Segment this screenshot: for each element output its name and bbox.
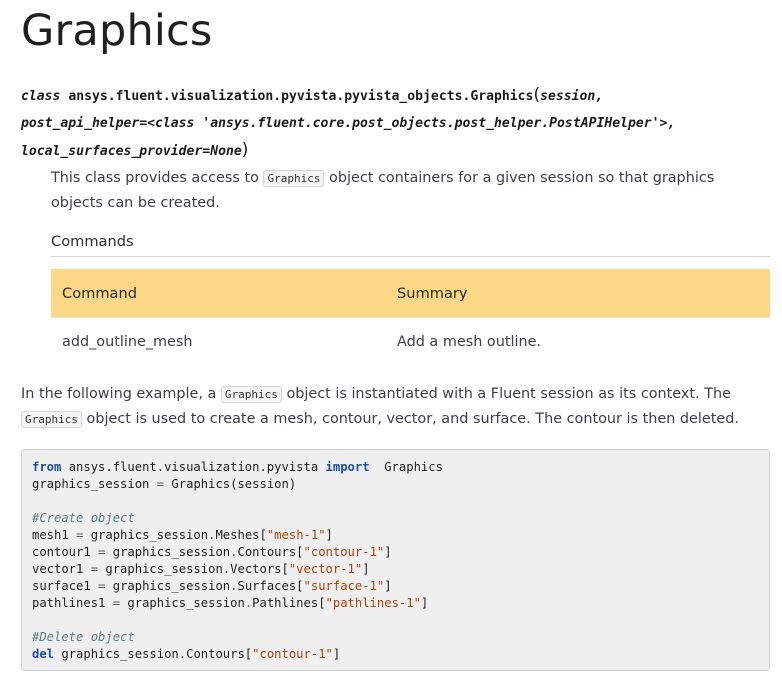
code-text: graphics_session <box>105 545 231 559</box>
code-text: Graphics(session) <box>164 477 297 491</box>
param-post-api-helper: post_api_helper=<class 'ansys.fluent.cor… <box>21 115 676 131</box>
code-string: "pathlines-1" <box>325 596 421 610</box>
command-summary-cell: Add a mesh outline. <box>397 334 542 350</box>
column-header-summary: Summary <box>397 284 468 302</box>
code-text: graphics_session <box>120 596 245 610</box>
close-paren: ) <box>241 140 249 160</box>
code-text: ] <box>325 528 333 542</box>
example-paragraph: In the following example, a Graphics obj… <box>21 382 771 432</box>
code-keyword: import <box>325 460 370 474</box>
param-local-surfaces-provider: local_surfaces_provider=None <box>21 144 242 159</box>
code-text: graphics_session <box>54 647 179 661</box>
code-string: "surface-1" <box>303 579 385 593</box>
table-header-row: Command Summary <box>51 269 770 317</box>
code-text: graphics_session <box>83 528 209 542</box>
example-text-3: object is used to create a mesh, contour… <box>81 411 739 427</box>
code-text: pathlines1 <box>32 596 113 610</box>
command-name-cell[interactable]: add_outline_mesh <box>51 334 397 350</box>
code-text: surface1 <box>32 579 99 593</box>
doc-page: Graphics class ansys.fluent.visualizatio… <box>0 0 782 681</box>
example-text-1: In the following example, a <box>21 386 221 402</box>
inline-code-graphics: Graphics <box>263 170 325 187</box>
code-text: Contours[ <box>186 647 253 661</box>
code-text: Pathlines[ <box>252 596 326 610</box>
class-signature: class ansys.fluent.visualization.pyvista… <box>21 82 771 166</box>
code-text: Surfaces[ <box>237 579 304 593</box>
code-text: ansys.fluent.visualization.pyvista <box>61 460 326 474</box>
module-path: ansys.fluent.visualization.pyvista.pyvis… <box>68 89 471 104</box>
code-text: Meshes[ <box>215 528 267 542</box>
column-header-command: Command <box>62 284 138 302</box>
class-name: Graphics <box>470 89 534 104</box>
code-operator: = <box>112 596 121 610</box>
commands-table: Command Summary add_outline_mesh Add a m… <box>51 269 770 366</box>
code-line: #Create object <box>32 510 759 527</box>
code-line: graphics_session = Graphics(session) <box>32 476 759 493</box>
code-operator: = <box>90 562 99 576</box>
code-line: surface1 = graphics_session.Surfaces["su… <box>32 578 759 595</box>
code-text: contour1 <box>32 545 99 559</box>
table-row: add_outline_mesh Add a mesh outline. <box>51 317 770 366</box>
code-text: Contours[ <box>237 545 304 559</box>
code-text: graphics_session <box>32 477 157 491</box>
code-keyword: from <box>32 460 62 474</box>
code-string: "contour-1" <box>303 545 385 559</box>
code-line: from ansys.fluent.visualization.pyvista … <box>32 459 759 476</box>
example-text-2: object is instantiated with a Fluent ses… <box>281 386 731 402</box>
code-text: ] <box>362 562 370 576</box>
inline-code-graphics: Graphics <box>220 386 282 403</box>
code-line: pathlines1 = graphics_session.Pathlines[… <box>32 595 759 612</box>
code-line: vector1 = graphics_session.Vectors["vect… <box>32 561 759 578</box>
code-string: "mesh-1" <box>266 528 326 542</box>
code-line: #Delete object <box>32 629 759 646</box>
code-text: ] <box>384 579 392 593</box>
code-operator: . <box>178 647 187 661</box>
code-example-block[interactable]: from ansys.fluent.visualization.pyvista … <box>21 449 770 671</box>
code-line: del graphics_session.Contours["contour-1… <box>32 646 759 663</box>
inline-code-graphics: Graphics <box>21 411 82 428</box>
param-session: session, <box>540 89 604 104</box>
code-text: vector1 <box>32 562 91 576</box>
code-keyword: del <box>32 647 55 661</box>
code-text: Vectors[ <box>230 562 289 576</box>
code-operator: = <box>156 477 165 491</box>
code-text: ] <box>332 647 341 661</box>
code-line: contour1 = graphics_session.Contours["co… <box>32 544 759 561</box>
code-text: ] <box>384 545 392 559</box>
code-string: "vector-1" <box>288 562 363 576</box>
code-string: "contour-1" <box>252 647 333 661</box>
code-text: mesh1 <box>32 528 77 542</box>
commands-heading: Commands <box>51 233 770 257</box>
code-text: ] <box>420 596 429 610</box>
code-line: mesh1 = graphics_session.Meshes["mesh-1"… <box>32 527 759 544</box>
page-title: Graphics <box>21 6 213 56</box>
code-comment: #Delete object <box>32 630 135 644</box>
code-comment: #Create object <box>32 511 135 525</box>
class-description: This class provides access to Graphics o… <box>51 166 763 216</box>
code-text: graphics_session <box>105 579 231 593</box>
description-text: This class provides access to <box>51 170 264 186</box>
class-keyword: class <box>21 89 61 104</box>
code-text: Graphics <box>369 460 443 474</box>
code-text: graphics_session <box>98 562 223 576</box>
